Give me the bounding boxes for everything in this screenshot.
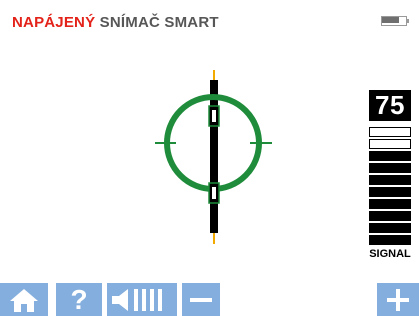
- signal-segment: [369, 163, 411, 173]
- help-button[interactable]: ?: [56, 283, 102, 316]
- stud-bar: [210, 80, 218, 233]
- signal-segment: [369, 187, 411, 197]
- signal-segment: [369, 127, 411, 137]
- signal-segment: [369, 199, 411, 209]
- battery-icon: [381, 16, 409, 26]
- signal-segment: [369, 211, 411, 221]
- signal-meter: [369, 127, 411, 247]
- home-button[interactable]: [0, 283, 48, 316]
- question-mark-icon: ?: [70, 284, 88, 315]
- battery-level: [382, 17, 399, 23]
- signal-segment: [369, 223, 411, 233]
- minus-icon: [190, 297, 212, 302]
- signal-value: 75: [369, 90, 411, 121]
- crosshair-target: [155, 70, 272, 244]
- signal-label: SIGNAL: [369, 248, 411, 260]
- signal-segment: [369, 235, 411, 245]
- toolbar: ?: [0, 283, 419, 316]
- minus-button[interactable]: [182, 283, 220, 316]
- signal-segment: [369, 139, 411, 149]
- signal-segment: [369, 151, 411, 161]
- home-icon: [10, 288, 38, 312]
- plus-icon: [387, 288, 409, 311]
- signal-segment: [369, 175, 411, 185]
- volume-button[interactable]: [107, 283, 177, 316]
- plus-button[interactable]: [377, 283, 419, 316]
- speaker-icon: [112, 288, 162, 311]
